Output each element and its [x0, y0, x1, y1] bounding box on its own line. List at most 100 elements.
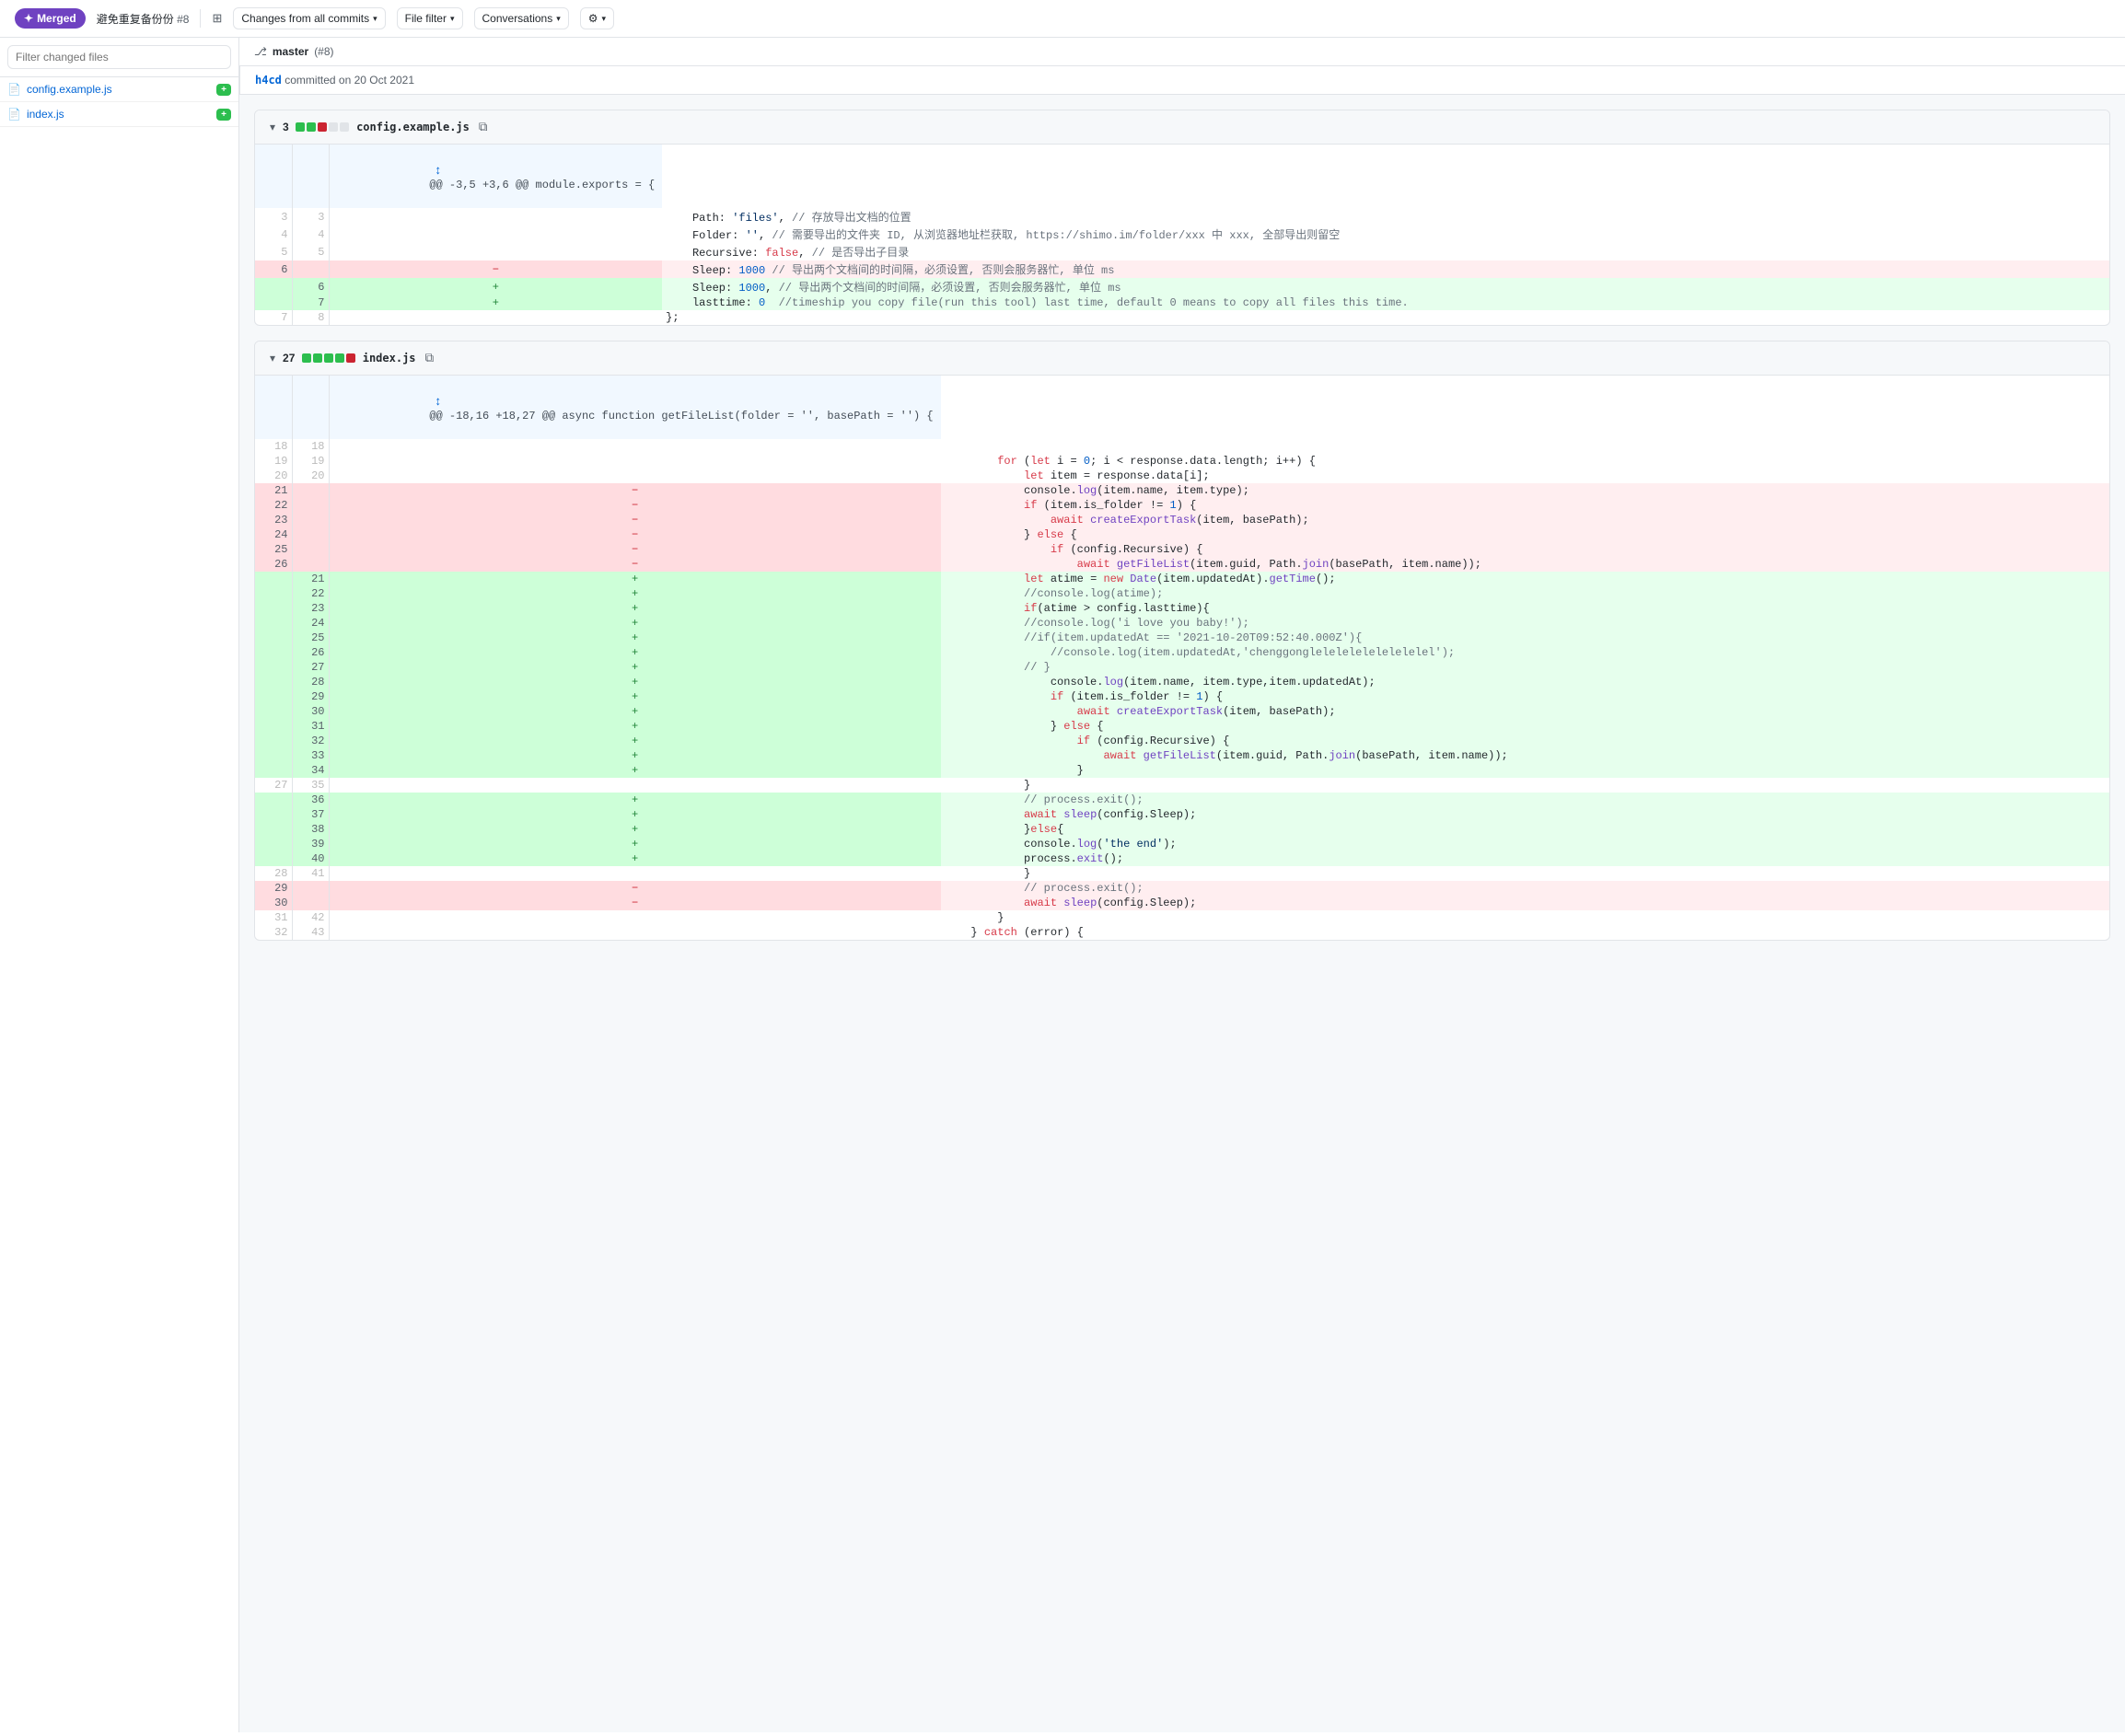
table-row: 19 19 for (let i = 0; i < response.data.… [255, 454, 2109, 469]
pr-ref: (#8) [314, 45, 333, 58]
table-row: 34 + } [255, 763, 2109, 778]
conversations-chevron-icon: ▾ [556, 14, 561, 24]
sidebar-item-index[interactable]: 📄 index.js + [0, 102, 238, 127]
table-row: 6 + Sleep: 1000, // 导出两个文档间的时间隔，必须设置, 否则… [255, 278, 2109, 295]
table-row: 23 − await createExportTask(item, basePa… [255, 513, 2109, 527]
file-icon-config: 📄 [7, 83, 21, 96]
main-layout: 📄 config.example.js + 📄 index.js + ⎇ mas… [0, 38, 2125, 1732]
sidebar-filename-index: index.js [27, 108, 64, 121]
table-row: 29 + if (item.is_folder != 1) { [255, 689, 2109, 704]
merged-badge: ✦ Merged [15, 8, 86, 29]
file-filter-label: File filter [405, 12, 447, 25]
stat-add-2 [307, 122, 316, 132]
table-row: 22 − if (item.is_folder != 1) { [255, 498, 2109, 513]
diff-table-config: ↕ @@ -3,5 +3,6 @@ module.exports = { 3 3… [255, 145, 2109, 325]
search-input[interactable] [7, 45, 231, 69]
diff-icon-area: ⊞ [212, 11, 222, 26]
main-content: ⎇ master (#8) h4cd committed on 20 Oct 2… [239, 38, 2125, 1732]
table-row: 40 + process.exit(); [255, 851, 2109, 866]
table-row: 31 42 } [255, 910, 2109, 925]
table-row: 30 − await sleep(config.Sleep); [255, 896, 2109, 910]
files-changed-icon: ⊞ [212, 11, 222, 26]
table-row: 3 3 Path: 'files', // 存放导出文档的位置 [255, 208, 2109, 226]
hunk-header-text-config: @@ -3,5 +3,6 @@ module.exports = { [429, 179, 655, 191]
header-divider [200, 9, 201, 28]
stat-neutral-1 [329, 122, 338, 132]
commits-dropdown-label: Changes from all commits [241, 12, 369, 25]
stat-del-1 [318, 122, 327, 132]
table-row: 7 8 }; [255, 310, 2109, 325]
table-row: 36 + // process.exit(); [255, 793, 2109, 807]
table-row: 24 − } else { [255, 527, 2109, 542]
sidebar-filename-config: config.example.js [27, 83, 112, 96]
commits-chevron-icon: ▾ [373, 14, 377, 24]
diff-file-config: ▾ 3 config.example.js ⧉ [254, 110, 2110, 326]
commit-hash: h4cd [255, 74, 282, 87]
diff-file-header-index: ▾ 27 index.js ⧉ [255, 341, 2109, 376]
sidebar-item-config[interactable]: 📄 config.example.js + [0, 77, 238, 102]
settings-button[interactable]: ⚙ ▾ [580, 7, 614, 29]
conversations-label: Conversations [482, 12, 553, 25]
diff-filename-index: index.js [363, 352, 416, 365]
table-row: 29 − // process.exit(); [255, 881, 2109, 896]
diff-filename-config: config.example.js [356, 121, 470, 133]
table-row: 27 35 } [255, 778, 2109, 793]
table-row: 5 5 Recursive: false, // 是否导出子目录 [255, 243, 2109, 260]
table-row: 4 4 Folder: '', // 需要导出的文件夹 ID, 从浏览器地址栏获… [255, 226, 2109, 243]
table-row: 24 + //console.log('i love you baby!'); [255, 616, 2109, 631]
table-row: 28 + console.log(item.name, item.type,it… [255, 675, 2109, 689]
conversations-button[interactable]: Conversations ▾ [474, 7, 569, 29]
table-row: 39 + console.log('the end'); [255, 837, 2109, 851]
table-row: 21 − console.log(item.name, item.type); [255, 483, 2109, 498]
hunk-header-config: ↕ @@ -3,5 +3,6 @@ module.exports = { [255, 145, 2109, 208]
stat-idx-add-4 [335, 353, 344, 363]
diff-file-index: ▾ 27 index.js ⧉ [254, 341, 2110, 941]
table-row: 32 + if (config.Recursive) { [255, 734, 2109, 748]
diff-file-header-config: ▾ 3 config.example.js ⧉ [255, 110, 2109, 145]
commits-dropdown-button[interactable]: Changes from all commits ▾ [233, 7, 385, 29]
diff-table-index: ↕ @@ -18,16 +18,27 @@ async function get… [255, 376, 2109, 940]
table-row: 26 − await getFileList(item.guid, Path.j… [255, 557, 2109, 572]
copy-filename-config-button[interactable]: ⧉ [477, 118, 490, 136]
sidebar-search-area [0, 38, 238, 77]
merged-label: Merged [37, 12, 76, 25]
table-row: 6 − Sleep: 1000 // 导出两个文档间的时间隔，必须设置, 否则会… [255, 260, 2109, 278]
file-filter-chevron-icon: ▾ [450, 14, 455, 24]
table-row: 22 + //console.log(atime); [255, 586, 2109, 601]
table-row: 7 + lasttime: 0 //timeship you copy file… [255, 295, 2109, 310]
stat-neutral-2 [340, 122, 349, 132]
branch-header: ⎇ master (#8) [239, 38, 2125, 66]
table-row: 30 + await createExportTask(item, basePa… [255, 704, 2109, 719]
branch-name: master [273, 45, 308, 58]
stat-idx-del-1 [346, 353, 355, 363]
diff-stat-index: 27 [283, 352, 355, 365]
table-row: 31 + } else { [255, 719, 2109, 734]
sidebar-badge-index: + [216, 109, 231, 121]
table-row: 33 + await getFileList(item.guid, Path.j… [255, 748, 2109, 763]
stat-idx-add-2 [313, 353, 322, 363]
table-row: 26 + //console.log(item.updatedAt,'cheng… [255, 645, 2109, 660]
stat-idx-add-3 [324, 353, 333, 363]
sidebar-badge-config: + [216, 84, 231, 96]
expand-hunk-index[interactable]: ↕ [429, 392, 447, 410]
merged-icon: ✦ [24, 12, 33, 25]
table-row: 32 43 } catch (error) { [255, 925, 2109, 940]
copy-filename-index-button[interactable]: ⧉ [424, 349, 436, 367]
expand-hunk-config[interactable]: ↕ [429, 161, 447, 179]
settings-icon: ⚙ [588, 12, 598, 25]
pr-title: 避免重复备份份 #8 [97, 11, 190, 27]
table-row: 25 + //if(item.updatedAt == '2021-10-20T… [255, 631, 2109, 645]
hunk-header-text-index: @@ -18,16 +18,27 @@ async function getFi… [429, 410, 933, 422]
table-row: 20 20 let item = response.data[i]; [255, 469, 2109, 483]
diff-toggle-index[interactable]: ▾ [270, 352, 275, 365]
commit-action: committed on [284, 74, 351, 87]
file-icon-index: 📄 [7, 108, 21, 121]
stat-idx-add-1 [302, 353, 311, 363]
table-row: 18 18 [255, 439, 2109, 454]
diff-toggle-config[interactable]: ▾ [270, 121, 275, 133]
sidebar: 📄 config.example.js + 📄 index.js + [0, 38, 239, 1732]
table-row: 27 + // } [255, 660, 2109, 675]
file-filter-button[interactable]: File filter ▾ [397, 7, 463, 29]
table-row: 37 + await sleep(config.Sleep); [255, 807, 2109, 822]
diff-stat-config: 3 [283, 121, 349, 133]
